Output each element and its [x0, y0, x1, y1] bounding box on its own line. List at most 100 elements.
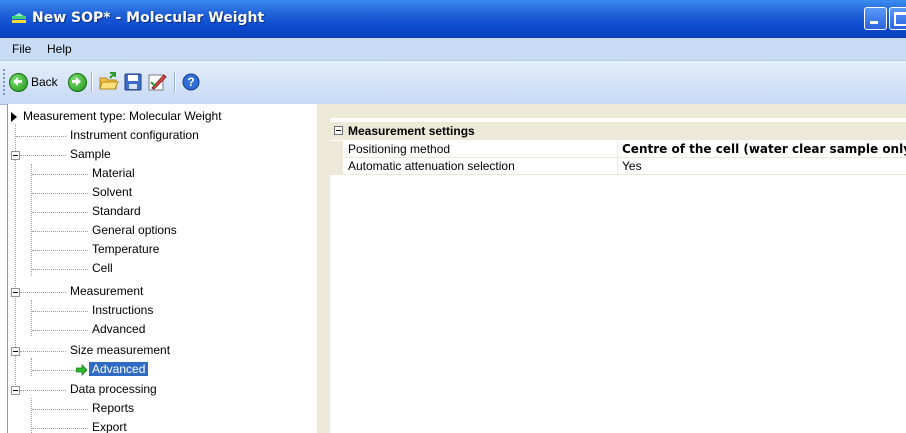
menu-bar: File Help: [0, 38, 906, 61]
tree-item-label: Measurement type: Molecular Weight: [23, 109, 222, 123]
tree-item-label: Reports: [92, 401, 135, 415]
tree-item-cell[interactable]: Cell: [92, 259, 113, 278]
back-arrow-icon: [9, 73, 28, 92]
current-node-arrow-icon: [11, 112, 17, 122]
tree-connector: [20, 292, 66, 293]
property-row-positioning-method[interactable]: Positioning method Centre of the cell (w…: [330, 141, 906, 158]
edit-button[interactable]: [147, 72, 167, 92]
tree-item-label: Data processing: [70, 382, 157, 396]
tree-item-data-processing[interactable]: Data processing: [70, 380, 157, 399]
tree-connector: [20, 390, 66, 391]
selected-arrow-icon: [76, 364, 88, 376]
toolbar-grip[interactable]: [3, 69, 5, 95]
open-button[interactable]: [99, 72, 119, 92]
tree-item-reports[interactable]: Reports: [92, 399, 134, 418]
tree-item-solvent[interactable]: Solvent: [92, 183, 132, 202]
tree-item-measurement-type[interactable]: Measurement type: Molecular Weight: [23, 107, 222, 126]
tree-item-label: Standard: [92, 204, 141, 218]
category-label: Measurement settings: [348, 124, 475, 138]
window-title: New SOP* - Molecular Weight: [32, 10, 265, 26]
row-divider: [343, 174, 906, 175]
svg-text:?: ?: [187, 75, 194, 89]
toolbar-separator: [91, 72, 93, 92]
tree-item-label: General options: [92, 223, 177, 237]
open-folder-icon: [99, 72, 119, 90]
property-name: Positioning method: [348, 142, 451, 156]
collapse-toggle-icon[interactable]: [11, 288, 20, 297]
tree-item-label: Material: [92, 166, 135, 180]
menu-help[interactable]: Help: [47, 42, 72, 56]
tree-item-instrument-configuration[interactable]: Instrument configuration: [70, 126, 199, 145]
tree-connector: [32, 212, 88, 213]
tree-item-label-selected: Advanced: [89, 362, 149, 376]
property-value-cell[interactable]: Yes: [618, 158, 906, 175]
app-icon: [12, 13, 26, 23]
tree-item-temperature[interactable]: Temperature: [92, 240, 159, 259]
tree-item-size-measurement[interactable]: Size measurement: [70, 341, 170, 360]
row-gutter: [330, 141, 343, 158]
title-bar[interactable]: New SOP* - Molecular Weight: [0, 0, 906, 38]
tree-item-size-advanced[interactable]: Advanced: [89, 360, 149, 379]
property-grid: Measurement settings Positioning method …: [322, 104, 906, 433]
property-value: Centre of the cell (water clear sample o…: [622, 142, 906, 156]
tree-connector: [32, 370, 76, 371]
property-name: Automatic attenuation selection: [348, 159, 515, 173]
maximize-button[interactable]: [889, 7, 906, 30]
tree-item-label: Advanced: [92, 322, 146, 336]
menu-file[interactable]: File: [12, 42, 31, 56]
minimize-button[interactable]: [864, 7, 887, 30]
collapse-category-icon[interactable]: [334, 126, 343, 135]
tree-connector: [32, 250, 88, 251]
tree-connector: [31, 358, 32, 376]
property-row-automatic-attenuation[interactable]: Automatic attenuation selection Yes: [330, 158, 906, 175]
tree-item-label: Sample: [70, 147, 111, 161]
tree-connector: [20, 155, 66, 156]
help-button[interactable]: ?: [182, 72, 200, 92]
tree-item-label: Temperature: [92, 242, 160, 256]
tree-connector: [32, 311, 88, 312]
edit-pencil-icon: [148, 74, 167, 91]
property-value: Yes: [622, 159, 642, 173]
tree-item-measurement[interactable]: Measurement: [70, 282, 143, 301]
tree-item-general-options[interactable]: General options: [92, 221, 177, 240]
collapse-toggle-icon[interactable]: [11, 151, 20, 160]
sop-tree[interactable]: Measurement type: Molecular Weight Instr…: [7, 104, 318, 433]
tree-item-label: Size measurement: [70, 343, 171, 357]
tree-item-material[interactable]: Material: [92, 164, 135, 183]
save-disk-icon: [124, 73, 142, 91]
tree-item-label: Solvent: [92, 185, 133, 199]
back-button[interactable]: Back: [9, 72, 65, 92]
tree-connector: [32, 428, 88, 429]
property-value-cell[interactable]: Centre of the cell (water clear sample o…: [618, 141, 906, 158]
tree-item-instructions[interactable]: Instructions: [92, 301, 153, 320]
tree-item-export[interactable]: Export: [92, 418, 127, 433]
row-gutter: [330, 158, 343, 175]
tree-item-measurement-advanced[interactable]: Advanced: [92, 320, 145, 339]
help-icon: ?: [182, 73, 200, 91]
property-grid-body: Measurement settings Positioning method …: [330, 118, 906, 433]
tree-item-label: Instrument configuration: [70, 128, 199, 142]
tree-connector: [32, 174, 88, 175]
tree-connector: [32, 330, 88, 331]
toolbar: Back ?: [0, 61, 906, 105]
tree-item-label: Instructions: [92, 303, 154, 317]
tree-connector: [32, 409, 88, 410]
tree-connector: [16, 136, 66, 137]
tree-connector: [32, 269, 88, 270]
toolbar-separator: [174, 72, 176, 92]
collapse-toggle-icon[interactable]: [11, 347, 20, 356]
tree-item-label: Measurement: [70, 284, 144, 298]
tree-connector: [32, 193, 88, 194]
forward-arrow-icon: [68, 73, 87, 92]
save-button[interactable]: [124, 72, 142, 92]
tree-item-label: Cell: [92, 261, 113, 275]
forward-button[interactable]: [68, 72, 87, 92]
category-measurement-settings[interactable]: Measurement settings: [330, 122, 906, 140]
tree-item-sample[interactable]: Sample: [70, 145, 111, 164]
tree-connector: [20, 351, 66, 352]
tree-connector: [31, 164, 32, 276]
collapse-toggle-icon[interactable]: [11, 386, 20, 395]
back-button-label: Back: [31, 75, 58, 89]
tree-item-standard[interactable]: Standard: [92, 202, 141, 221]
tree-connector: [32, 231, 88, 232]
